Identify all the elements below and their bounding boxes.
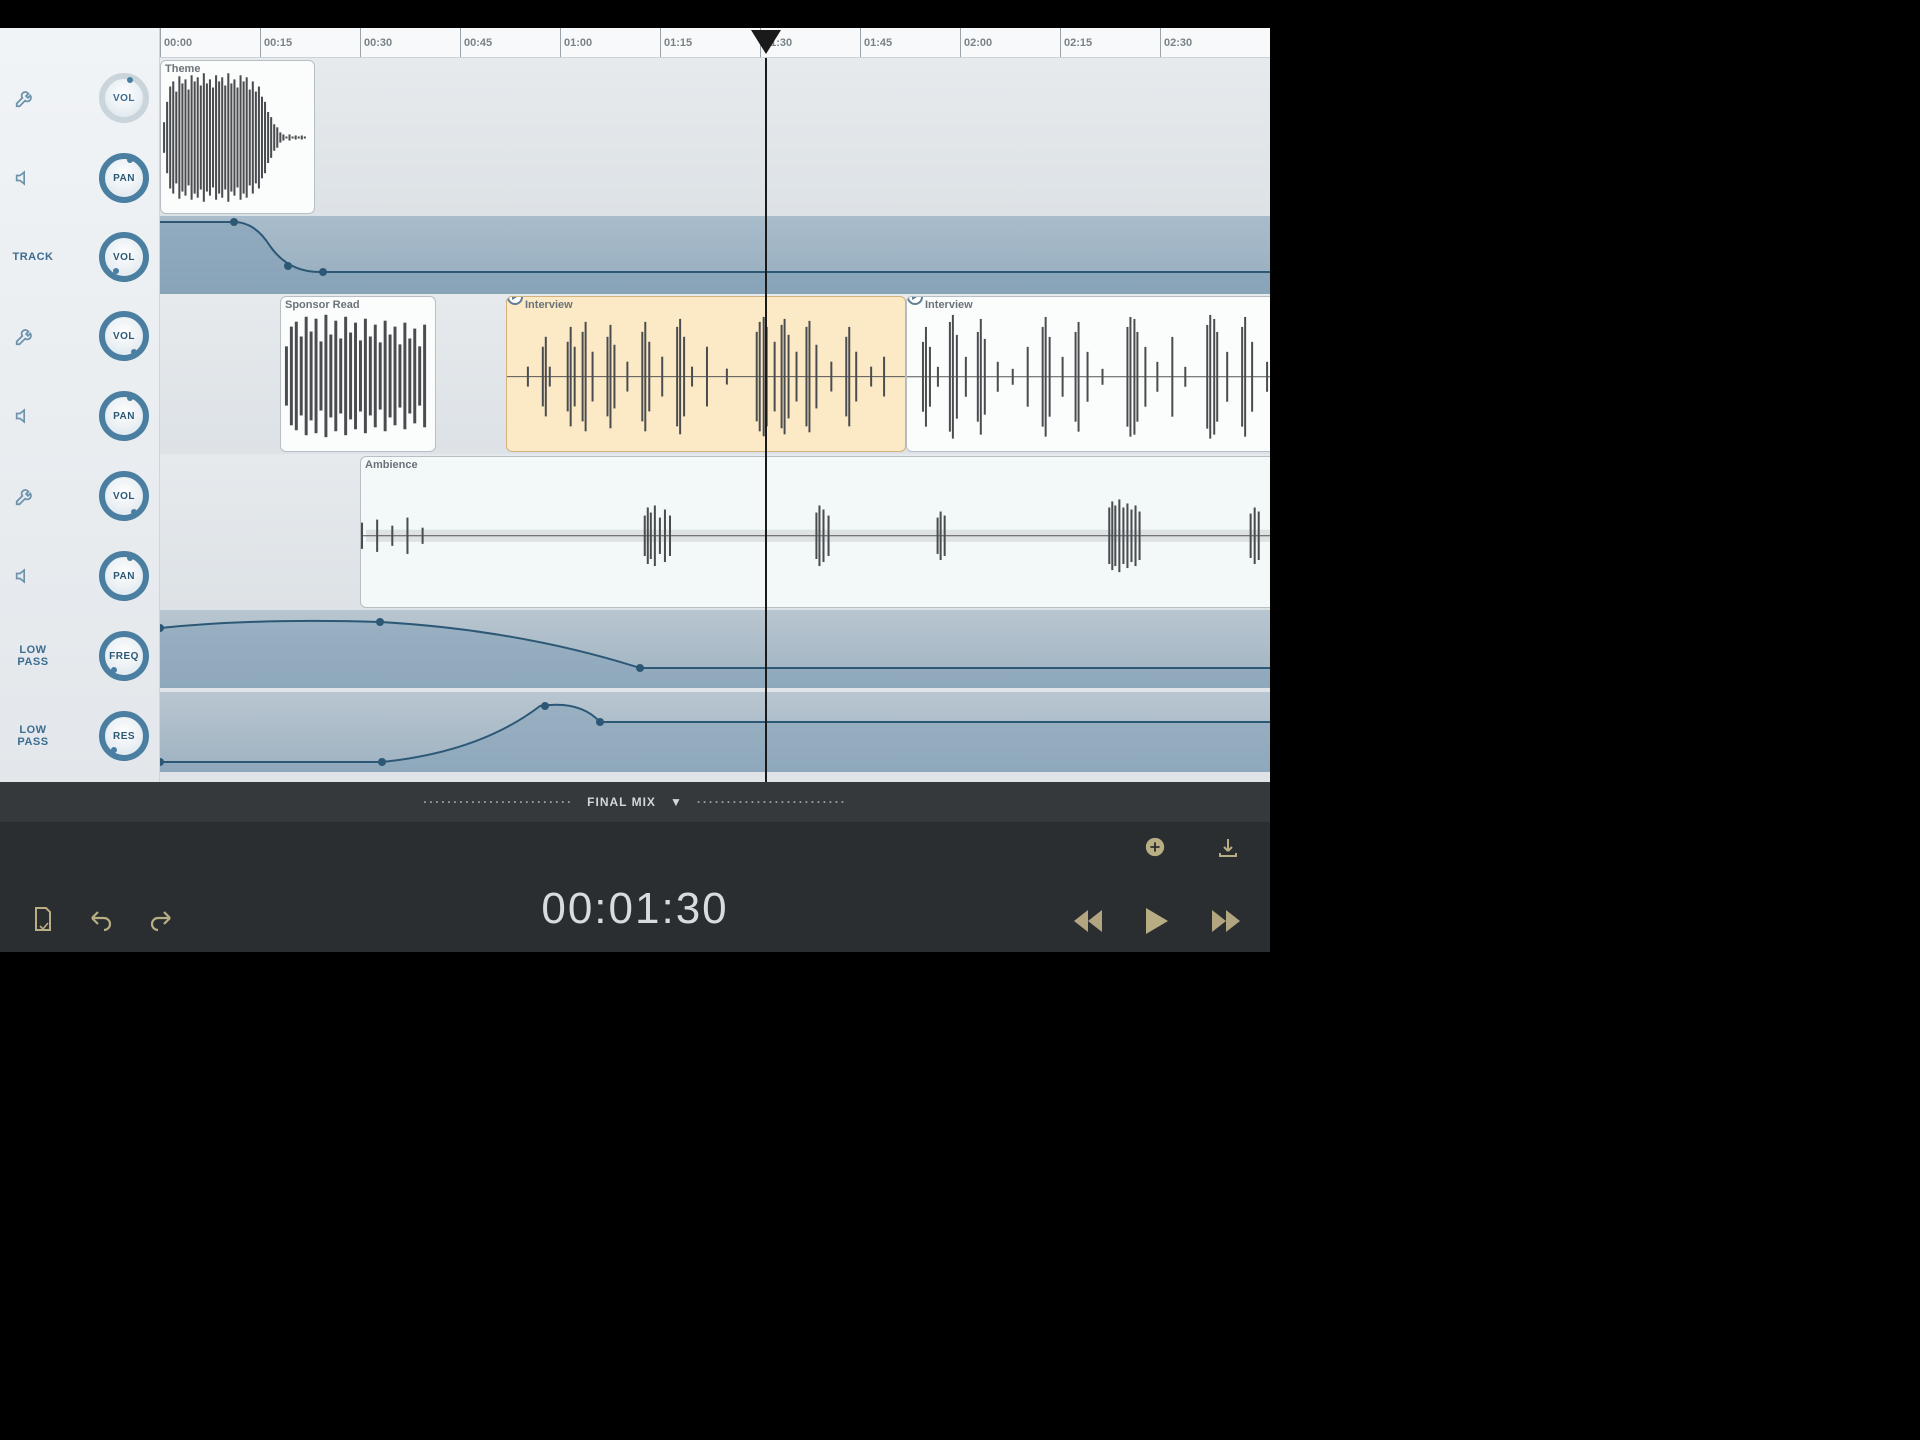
knob-vol-3[interactable]: VOL (99, 471, 149, 521)
track-lane-2[interactable]: Sponsor Read Interview Interview (160, 294, 1270, 454)
speaker-icon[interactable] (10, 401, 40, 431)
wrench-icon[interactable] (10, 83, 40, 113)
dots-left: ························· (423, 795, 573, 809)
knob-label: PAN (113, 411, 135, 422)
waveform-icon (161, 61, 314, 214)
mix-bar: ························· FINAL MIX ▼ ··… (0, 782, 1270, 822)
clip-label: Ambience (365, 459, 418, 471)
automation-curve (160, 216, 1270, 294)
wrench-icon[interactable] (10, 321, 40, 351)
play-button[interactable] (1146, 908, 1168, 934)
ruler-tick: 01:15 (660, 28, 692, 57)
ruler-tick: 00:00 (160, 28, 192, 57)
knob-freq[interactable]: FREQ (99, 631, 149, 681)
speaker-icon[interactable] (10, 561, 40, 591)
knob-pan-1[interactable]: PAN (99, 153, 149, 203)
rewind-button[interactable] (1074, 910, 1102, 932)
waveform-icon (507, 297, 905, 452)
mix-label: FINAL MIX (587, 795, 656, 809)
knob-label: VOL (113, 331, 135, 342)
redo-button[interactable] (148, 908, 174, 932)
ruler-tick: 00:45 (460, 28, 492, 57)
knob-label: RES (113, 731, 135, 742)
knob-label: PAN (113, 173, 135, 184)
knob-pan-2[interactable]: PAN (99, 391, 149, 441)
knob-label: PAN (113, 571, 135, 582)
automation-curve (160, 610, 1270, 688)
track-label: TRACK (10, 251, 56, 263)
sidebar: VOL PAN TRACK VOL (0, 28, 160, 782)
undo-button[interactable] (88, 908, 114, 932)
clip-label: Sponsor Read (285, 299, 360, 311)
lowpass-label: LOW PASS (10, 644, 56, 668)
waveform-icon (361, 457, 1270, 608)
workspace: VOL PAN TRACK VOL (0, 28, 1270, 782)
forward-button[interactable] (1212, 910, 1240, 932)
knob-pan-3[interactable]: PAN (99, 551, 149, 601)
clip-label: Theme (165, 63, 200, 75)
ruler-tick: 02:30 (1160, 28, 1192, 57)
knob-vol-1[interactable]: VOL (99, 73, 149, 123)
automation-lane-vol[interactable] (160, 216, 1270, 294)
ruler-tick: 01:00 (560, 28, 592, 57)
clip-ambience[interactable]: Ambience (360, 456, 1270, 608)
timeline[interactable]: Theme Sponsor Read Intervie (160, 58, 1270, 782)
knob-label: VOL (113, 491, 135, 502)
top-letterbox (0, 0, 1270, 28)
dropdown-triangle-icon[interactable]: ▼ (670, 795, 683, 809)
knob-label: VOL (113, 252, 135, 263)
knob-label: VOL (113, 93, 135, 104)
knob-vol-track[interactable]: VOL (99, 232, 149, 282)
wrench-icon[interactable] (10, 481, 40, 511)
knob-label: FREQ (109, 651, 139, 662)
clip-interview-2[interactable]: Interview (906, 296, 1270, 452)
knob-res[interactable]: RES (99, 711, 149, 761)
ruler-tick: 01:30 (760, 28, 792, 57)
dots-right: ························· (697, 795, 847, 809)
automation-curve (160, 692, 1270, 772)
transport-bar: 00:01:30 (0, 822, 1270, 952)
ruler-tick: 00:15 (260, 28, 292, 57)
ruler-tick: 02:15 (1060, 28, 1092, 57)
automation-lane-res[interactable] (160, 692, 1270, 772)
track-lane-1[interactable]: Theme (160, 58, 1270, 216)
automation-lane-freq[interactable] (160, 610, 1270, 688)
track-lane-3[interactable]: Ambience (160, 454, 1270, 610)
clip-interview-1[interactable]: Interview (506, 296, 906, 452)
speaker-icon[interactable] (10, 163, 40, 193)
waveform-icon (907, 297, 1270, 452)
clip-label: Interview (525, 299, 573, 311)
time-ruler[interactable]: 00:00 00:15 00:30 00:45 01:00 01:15 01:30 01:45… (160, 28, 1270, 58)
clip-sponsor-read[interactable]: Sponsor Read (280, 296, 436, 452)
ruler-tick: 01:45 (860, 28, 892, 57)
ruler-tick: 00:30 (360, 28, 392, 57)
clip-theme[interactable]: Theme (160, 60, 315, 214)
lowpass-label-2: LOW PASS (10, 724, 56, 748)
waveform-icon (281, 297, 435, 452)
ruler-tick: 02:00 (960, 28, 992, 57)
time-display: 00:01:30 (541, 884, 728, 934)
export-button[interactable] (1216, 836, 1240, 860)
add-button[interactable] (1144, 836, 1166, 860)
clip-label: Interview (925, 299, 973, 311)
document-button[interactable] (30, 906, 54, 934)
knob-vol-2[interactable]: VOL (99, 311, 149, 361)
